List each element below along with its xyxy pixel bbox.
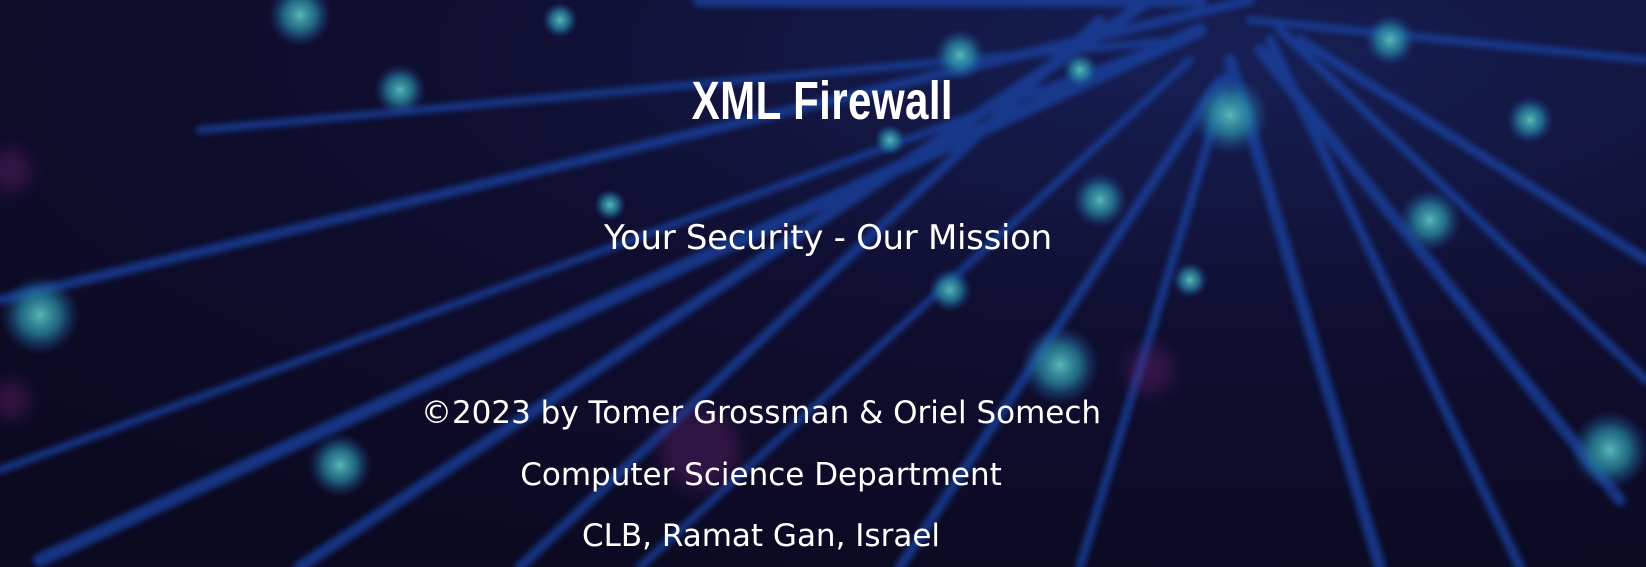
copyright-text: ©2023 by Tomer Grossman & Oriel Somech [420, 395, 1102, 431]
location-text: CLB, Ramat Gan, Israel [581, 518, 941, 554]
department-text: Computer Science Department [520, 457, 1002, 493]
hero-section: XML Firewall Your Security - Our Mission… [0, 0, 1646, 567]
tagline: Your Security - Our Mission [604, 218, 1052, 258]
page-title: XML Firewall [691, 71, 954, 131]
